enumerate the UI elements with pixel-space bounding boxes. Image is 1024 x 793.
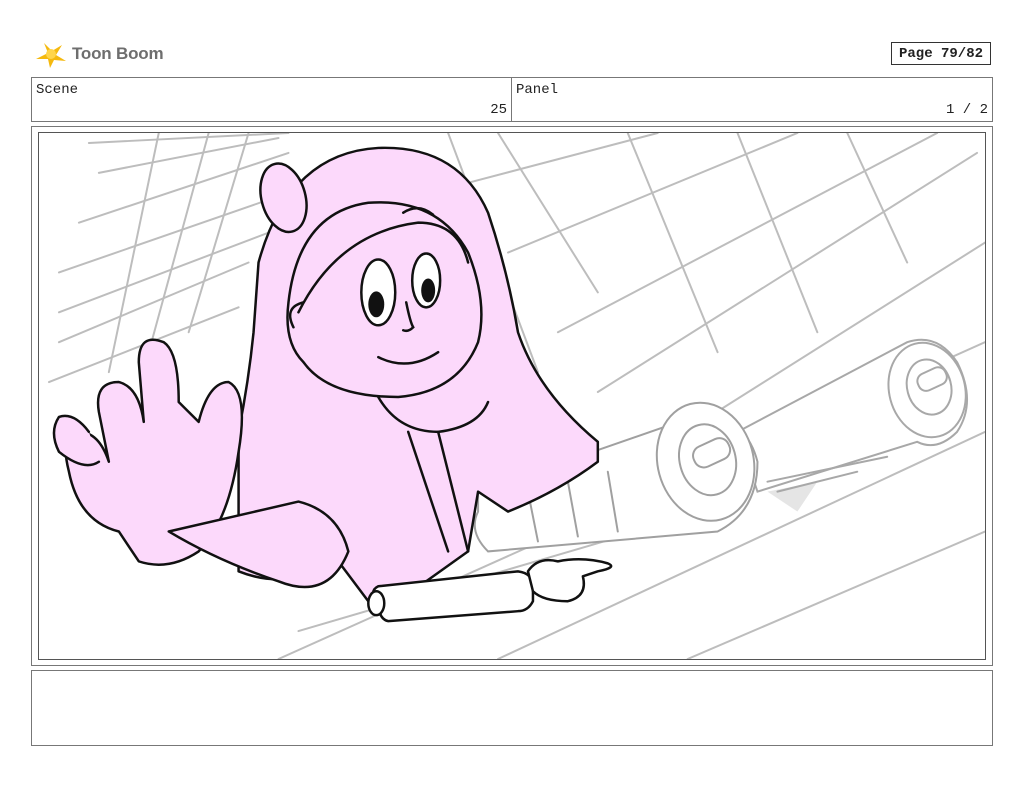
panel-label: Panel: [516, 82, 559, 98]
page-indicator: Page 79/82: [891, 42, 991, 65]
storyboard-sketch: [47, 133, 985, 659]
logo-text: Toon Boom: [72, 44, 164, 63]
notes-box: [31, 670, 993, 746]
storyboard-panel: [31, 126, 993, 666]
panel-value: 1 / 2: [945, 102, 988, 118]
toon-boom-logo: Toon Boom: [34, 38, 164, 70]
toon-boom-star-icon: [36, 43, 66, 68]
scene-cell: Scene 25: [32, 78, 512, 121]
scene-panel-info: Scene 25 Panel 1 / 2: [31, 77, 993, 122]
panel-cell: Panel 1 / 2: [512, 78, 992, 121]
scene-label: Scene: [36, 82, 79, 98]
scene-value: 25: [490, 102, 507, 118]
page-label: Page 79/82: [898, 45, 983, 62]
panel-image: [38, 132, 986, 660]
